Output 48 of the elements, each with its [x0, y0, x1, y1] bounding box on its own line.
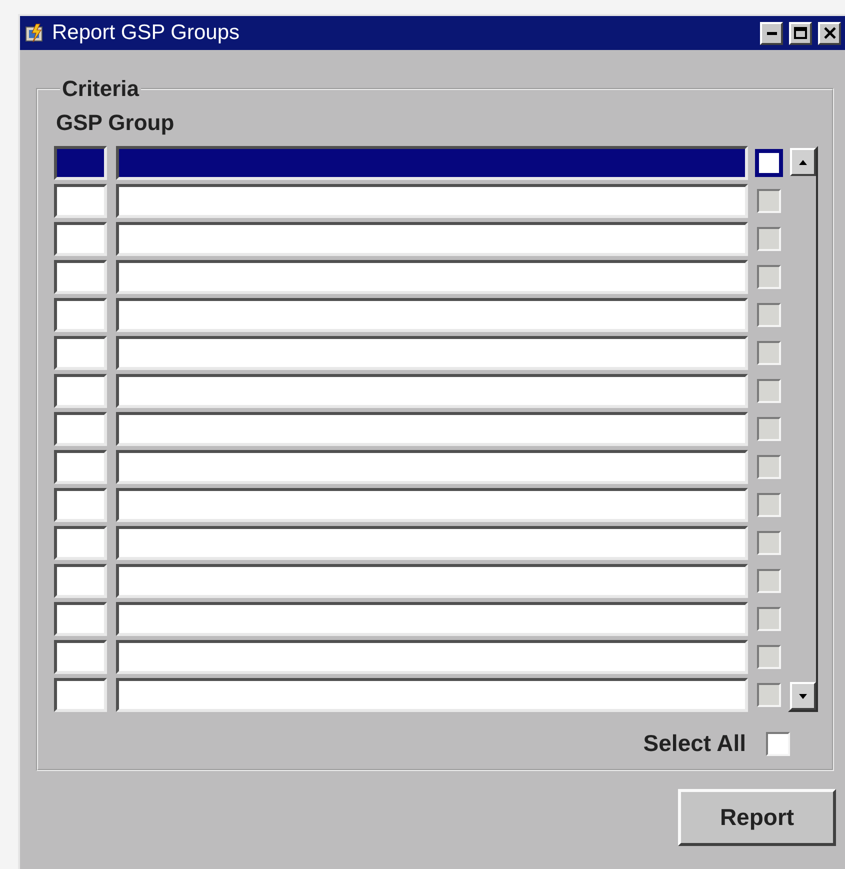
select-all-label: Select All: [643, 730, 746, 757]
table-cell[interactable]: [54, 564, 107, 598]
close-button[interactable]: [818, 22, 841, 44]
group-legend: Criteria: [60, 76, 142, 102]
table-cell[interactable]: [54, 488, 107, 522]
scroll-up-button[interactable]: [790, 148, 816, 176]
minimize-button[interactable]: [760, 22, 783, 44]
table-cell[interactable]: [54, 298, 107, 332]
close-icon: [824, 27, 836, 39]
table-cell[interactable]: [116, 336, 748, 370]
scroll-down-button[interactable]: [790, 682, 816, 710]
scrollbar[interactable]: [788, 146, 818, 712]
table-cell[interactable]: [54, 678, 107, 712]
select-all-checkbox[interactable]: [766, 732, 790, 756]
up-arrow-icon: [799, 160, 807, 164]
table-cell[interactable]: [54, 374, 107, 408]
table-cell[interactable]: [116, 526, 748, 560]
table-cell[interactable]: [116, 184, 748, 218]
table-cell[interactable]: [116, 222, 748, 256]
window-title: Report GSP Groups: [52, 21, 241, 45]
table-cell[interactable]: [54, 602, 107, 636]
maximize-button[interactable]: [789, 22, 812, 44]
table-cell[interactable]: [116, 412, 748, 446]
table-cell[interactable]: [116, 640, 748, 674]
table-cell[interactable]: [54, 640, 107, 674]
minimize-icon: [766, 32, 776, 34]
table-cell[interactable]: [116, 488, 748, 522]
table-cell[interactable]: [54, 526, 107, 560]
table-cell[interactable]: [116, 450, 748, 484]
maximize-icon: [794, 27, 807, 39]
table-cell[interactable]: [54, 146, 107, 180]
table-cell[interactable]: [116, 146, 748, 180]
report-button[interactable]: Report: [678, 789, 836, 846]
row-checkbox[interactable]: [757, 151, 781, 175]
field-label: GSP Group: [56, 110, 176, 136]
table-cell[interactable]: [116, 374, 748, 408]
table-cell[interactable]: [54, 184, 107, 218]
table-cell[interactable]: [54, 412, 107, 446]
table-cell[interactable]: [116, 678, 748, 712]
table-cell[interactable]: [116, 602, 748, 636]
table-cell[interactable]: [116, 260, 748, 294]
table-cell[interactable]: [116, 298, 748, 332]
table-cell[interactable]: [54, 260, 107, 294]
down-arrow-icon: [799, 694, 807, 698]
table-cell[interactable]: [116, 564, 748, 598]
table-cell[interactable]: [54, 336, 107, 370]
table-cell[interactable]: [54, 222, 107, 256]
table-cell[interactable]: [54, 450, 107, 484]
